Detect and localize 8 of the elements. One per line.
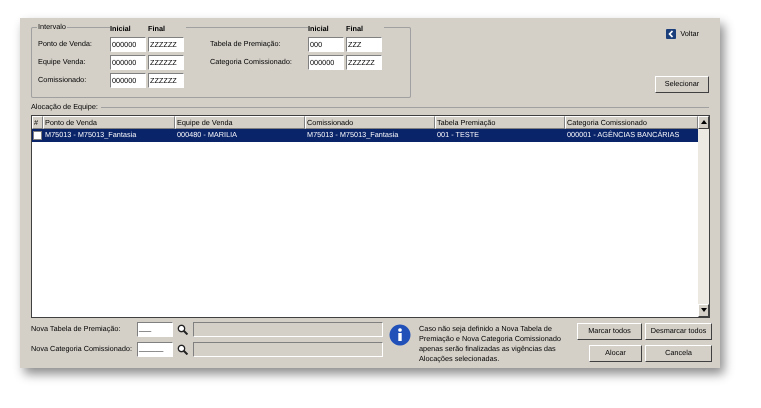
row-checkbox[interactable] xyxy=(33,130,42,140)
info-icon xyxy=(389,324,411,346)
scroll-down-icon[interactable] xyxy=(698,304,709,317)
scroll-up-icon[interactable] xyxy=(698,116,709,129)
search-icon[interactable] xyxy=(177,324,188,335)
back-arrow-icon xyxy=(666,29,676,40)
scrollbar[interactable] xyxy=(698,116,709,317)
search-icon[interactable] xyxy=(177,344,188,355)
